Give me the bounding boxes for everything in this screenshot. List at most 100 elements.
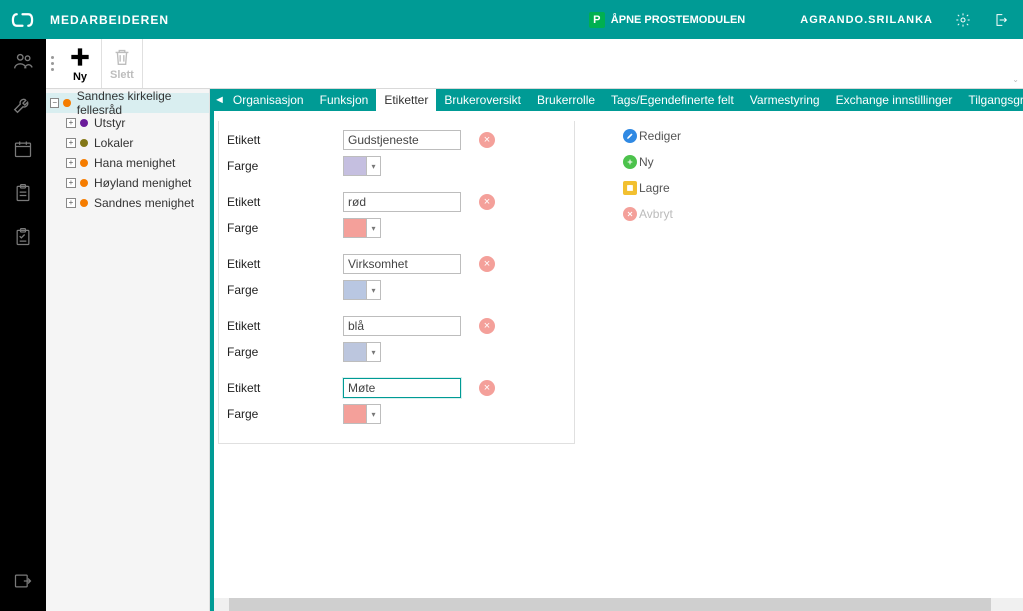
rail-exit-icon[interactable]: [0, 559, 46, 603]
etikett-label: Etikett: [223, 257, 343, 271]
color-dropdown-icon[interactable]: ▾: [367, 404, 381, 424]
etikett-input[interactable]: [343, 130, 461, 150]
prostemodulen-icon: P: [589, 12, 605, 28]
color-dropdown-icon[interactable]: ▾: [367, 218, 381, 238]
tree-dot: [80, 199, 88, 207]
user-name[interactable]: AGRANDO.SRILANKA: [800, 14, 933, 26]
plus-icon: [623, 155, 637, 169]
logout-icon[interactable]: [993, 12, 1009, 28]
expand-icon[interactable]: +: [66, 138, 76, 148]
color-swatch[interactable]: [343, 280, 367, 300]
etiketter-form: Etikett × Farge ▾ Etikett × Farge ▾ Etikett × Farg…: [218, 121, 575, 444]
etikett-input[interactable]: [343, 316, 461, 336]
delete-row-button[interactable]: ×: [479, 318, 495, 334]
cancel-button[interactable]: Avbryt: [623, 203, 681, 225]
tree-item[interactable]: + Lokaler: [46, 133, 209, 153]
tab-brukerrolle[interactable]: Brukerrolle: [529, 89, 603, 111]
etikett-input[interactable]: [343, 192, 461, 212]
farge-label: Farge: [223, 407, 343, 421]
tree-item[interactable]: + Sandnes menighet: [46, 193, 209, 213]
color-swatch[interactable]: [343, 342, 367, 362]
new-action-button[interactable]: Ny: [623, 151, 681, 173]
tab-brukeroversikt[interactable]: Brukeroversikt: [436, 89, 529, 111]
tabs-prev-icon[interactable]: ◄: [214, 89, 225, 111]
tree-item-label: Høyland menighet: [94, 176, 191, 190]
color-swatch[interactable]: [343, 404, 367, 424]
tree-item-label: Utstyr: [94, 116, 125, 130]
save-button[interactable]: Lagre: [623, 177, 681, 199]
org-tree: − Sandnes kirkelige fellesråd + Utstyr + Lo…: [46, 89, 210, 611]
rail-clipboard-icon[interactable]: [0, 171, 46, 215]
delete-row-button[interactable]: ×: [479, 132, 495, 148]
rail-wrench-icon[interactable]: [0, 83, 46, 127]
tab-tilgangsgruppe[interactable]: Tilgangsgruppe: [960, 89, 1023, 111]
collapse-icon[interactable]: −: [50, 98, 59, 108]
farge-label: Farge: [223, 283, 343, 297]
etikett-label: Etikett: [223, 133, 343, 147]
color-dropdown-icon[interactable]: ▾: [367, 156, 381, 176]
etikett-label: Etikett: [223, 319, 343, 333]
tab-etiketter[interactable]: Etiketter: [376, 89, 436, 111]
toolbar: Ny Slett ⌄: [46, 39, 1023, 89]
toolbar-handle[interactable]: [46, 39, 59, 88]
tab-organisasjon[interactable]: Organisasjon: [225, 89, 312, 111]
etikett-label: Etikett: [223, 381, 343, 395]
tree-dot: [80, 159, 88, 167]
tree-item[interactable]: + Hana menighet: [46, 153, 209, 173]
left-rail: [0, 39, 46, 611]
rail-people-icon[interactable]: [0, 39, 46, 83]
etikett-group: Etikett × Farge ▾: [223, 189, 570, 241]
color-dropdown-icon[interactable]: ▾: [367, 280, 381, 300]
expand-icon[interactable]: +: [66, 198, 76, 208]
rail-checklist-icon[interactable]: [0, 215, 46, 259]
delete-row-button[interactable]: ×: [479, 380, 495, 396]
tree-dot: [80, 119, 88, 127]
logo-icon: [11, 8, 34, 31]
delete-button: Slett: [102, 39, 143, 88]
etikett-label: Etikett: [223, 195, 343, 209]
tab-tags-egendefinerte-felt[interactable]: Tags/Egendefinerte felt: [603, 89, 742, 111]
color-swatch[interactable]: [343, 218, 367, 238]
expand-icon[interactable]: +: [66, 118, 76, 128]
tree-dot: [80, 139, 88, 147]
topbar: MEDARBEIDEREN P ÅPNE PROSTEMODULEN AGRAN…: [0, 0, 1023, 39]
rail-calendar-icon[interactable]: [0, 127, 46, 171]
delete-row-button[interactable]: ×: [479, 194, 495, 210]
etikett-group: Etikett × Farge ▾: [223, 251, 570, 303]
farge-label: Farge: [223, 221, 343, 235]
etikett-group: Etikett × Farge ▾: [223, 127, 570, 179]
tree-dot: [80, 179, 88, 187]
color-swatch[interactable]: [343, 156, 367, 176]
edit-button[interactable]: Rediger: [623, 125, 681, 147]
farge-label: Farge: [223, 345, 343, 359]
horizontal-scrollbar[interactable]: [214, 598, 1023, 611]
delete-row-button[interactable]: ×: [479, 256, 495, 272]
tree-root[interactable]: − Sandnes kirkelige fellesråd: [46, 93, 209, 113]
expand-icon[interactable]: +: [66, 158, 76, 168]
action-panel: Rediger Ny Lagre: [579, 111, 681, 454]
farge-label: Farge: [223, 159, 343, 173]
etikett-group: Etikett × Farge ▾: [223, 375, 570, 427]
toolbar-expand-icon[interactable]: ⌄: [1012, 75, 1019, 84]
tab-funksjon[interactable]: Funksjon: [312, 89, 377, 111]
etikett-group: Etikett × Farge ▾: [223, 313, 570, 365]
cancel-icon: [623, 207, 637, 221]
work-area: ◄ OrganisasjonFunksjonEtiketterBrukerove…: [210, 89, 1023, 611]
tree-item[interactable]: + Høyland menighet: [46, 173, 209, 193]
new-button[interactable]: Ny: [59, 39, 102, 88]
etikett-input[interactable]: [343, 254, 461, 274]
open-prostemodulen-button[interactable]: P ÅPNE PROSTEMODULEN: [589, 12, 745, 28]
color-dropdown-icon[interactable]: ▾: [367, 342, 381, 362]
save-icon: [623, 181, 637, 195]
app-title: MEDARBEIDEREN: [50, 13, 169, 27]
tree-item-label: Lokaler: [94, 136, 133, 150]
expand-icon[interactable]: +: [66, 178, 76, 188]
tab-strip: ◄ OrganisasjonFunksjonEtiketterBrukerove…: [214, 89, 1023, 111]
settings-icon[interactable]: [955, 12, 971, 28]
etikett-input[interactable]: [343, 378, 461, 398]
tree-item-label: Sandnes menighet: [94, 196, 194, 210]
tab-exchange-innstillinger[interactable]: Exchange innstillinger: [828, 89, 961, 111]
prostemodulen-label: ÅPNE PROSTEMODULEN: [611, 14, 745, 26]
tree-item-label: Hana menighet: [94, 156, 175, 170]
tab-varmestyring[interactable]: Varmestyring: [742, 89, 828, 111]
